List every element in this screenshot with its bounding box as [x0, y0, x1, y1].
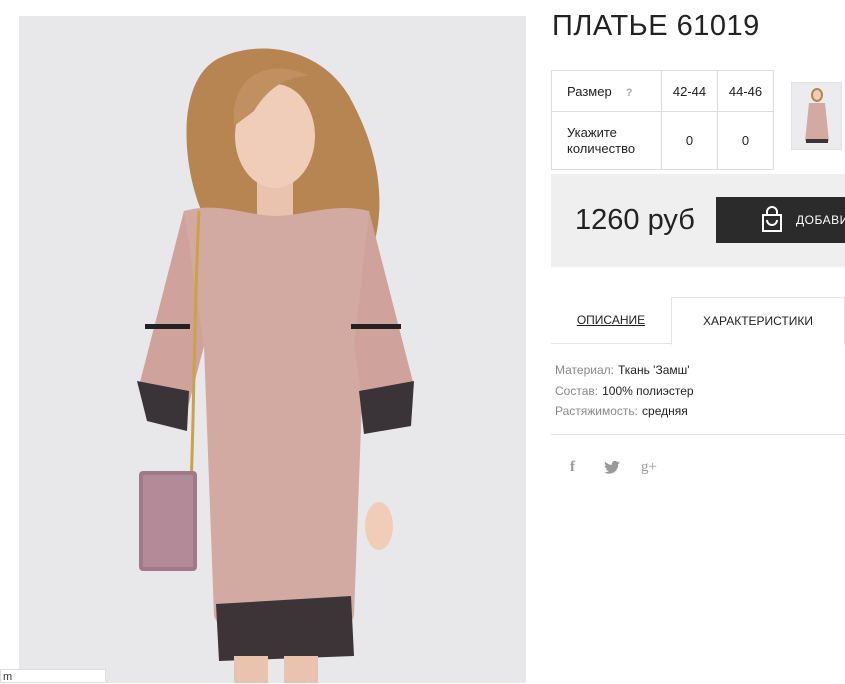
product-title: ПЛАТЬЕ 61019: [552, 10, 760, 42]
quantity-label: Укажите количество: [551, 111, 662, 170]
spec-key: Состав:: [555, 383, 599, 398]
size-row: Размер? 42-44 44-46: [551, 70, 774, 112]
spec-row: Состав: 100% полиэстер: [555, 381, 694, 402]
spec-key: Материал:: [555, 363, 614, 377]
size-help-icon[interactable]: ?: [626, 87, 633, 99]
size-label-cell: Размер?: [551, 70, 662, 112]
add-to-cart-label: ДОБАВИ: [796, 213, 845, 227]
size-label: Размер: [567, 83, 612, 99]
product-price: 1260 руб: [575, 204, 695, 236]
spec-list: Материал: Ткань 'Замш' Состав: 100% полиэс…: [555, 360, 694, 422]
product-image[interactable]: [19, 16, 526, 683]
quantity-input[interactable]: 0: [661, 111, 718, 170]
divider: [551, 434, 845, 435]
twitter-icon[interactable]: [604, 460, 620, 478]
size-cell: 44-46: [717, 70, 774, 112]
tab-description[interactable]: ОПИСАНИЕ: [551, 297, 671, 343]
spec-value: средняя: [642, 404, 688, 418]
product-tabs: ОПИСАНИЕ ХАРАКТЕРИСТИКИ: [551, 297, 845, 345]
add-to-cart-button[interactable]: ДОБАВИ: [716, 197, 845, 243]
price-panel: 1260 руб ДОБАВИ: [551, 174, 845, 267]
spec-value: Ткань 'Замш': [617, 363, 690, 377]
spec-key: Растяжимость:: [555, 404, 639, 418]
photo-caption: m: [0, 669, 106, 683]
dress-illustration: [19, 16, 526, 683]
spec-value: 100% полиэстер: [602, 383, 694, 398]
size-cell: 42-44: [661, 70, 718, 112]
quantity-row: Укажите количество 0 0: [551, 111, 774, 170]
size-quantity-table: Размер? 42-44 44-46 Укажите количество 0…: [551, 70, 774, 170]
shopping-bag-icon: [758, 206, 786, 237]
google-plus-icon[interactable]: g+: [641, 459, 657, 476]
tab-characteristics[interactable]: ХАРАКТЕРИСТИКИ: [671, 297, 845, 345]
thumbnail-image: [792, 83, 841, 149]
spec-row: Материал: Ткань 'Замш': [555, 360, 694, 381]
quantity-input[interactable]: 0: [717, 111, 774, 170]
facebook-icon[interactable]: f: [570, 459, 575, 476]
product-thumbnail[interactable]: [791, 82, 842, 150]
spec-row: Растяжимость: средняя: [555, 401, 694, 422]
